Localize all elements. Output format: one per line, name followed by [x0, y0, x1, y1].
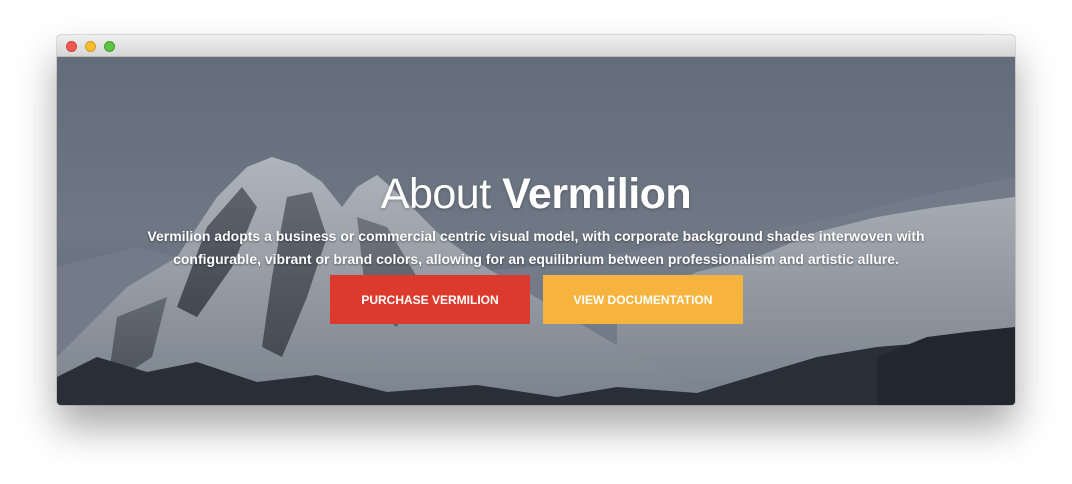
title-brand-text: Vermilion	[502, 169, 692, 218]
minimize-window-button[interactable]	[85, 41, 96, 52]
page-title: About Vermilion	[57, 168, 1015, 220]
title-about-text: About	[380, 169, 491, 218]
browser-window: About Vermilion Vermilion adopts a busin…	[57, 35, 1015, 405]
purchase-vermilion-button[interactable]: PURCHASE VERMILION	[330, 275, 530, 324]
hero-description: Vermilion adopts a business or commercia…	[147, 228, 925, 267]
view-documentation-button[interactable]: VIEW DOCUMENTATION	[543, 275, 743, 324]
about-hero-section: About Vermilion Vermilion adopts a busin…	[57, 57, 1015, 405]
close-window-button[interactable]	[66, 41, 77, 52]
maximize-window-button[interactable]	[104, 41, 115, 52]
window-titlebar	[57, 35, 1015, 57]
